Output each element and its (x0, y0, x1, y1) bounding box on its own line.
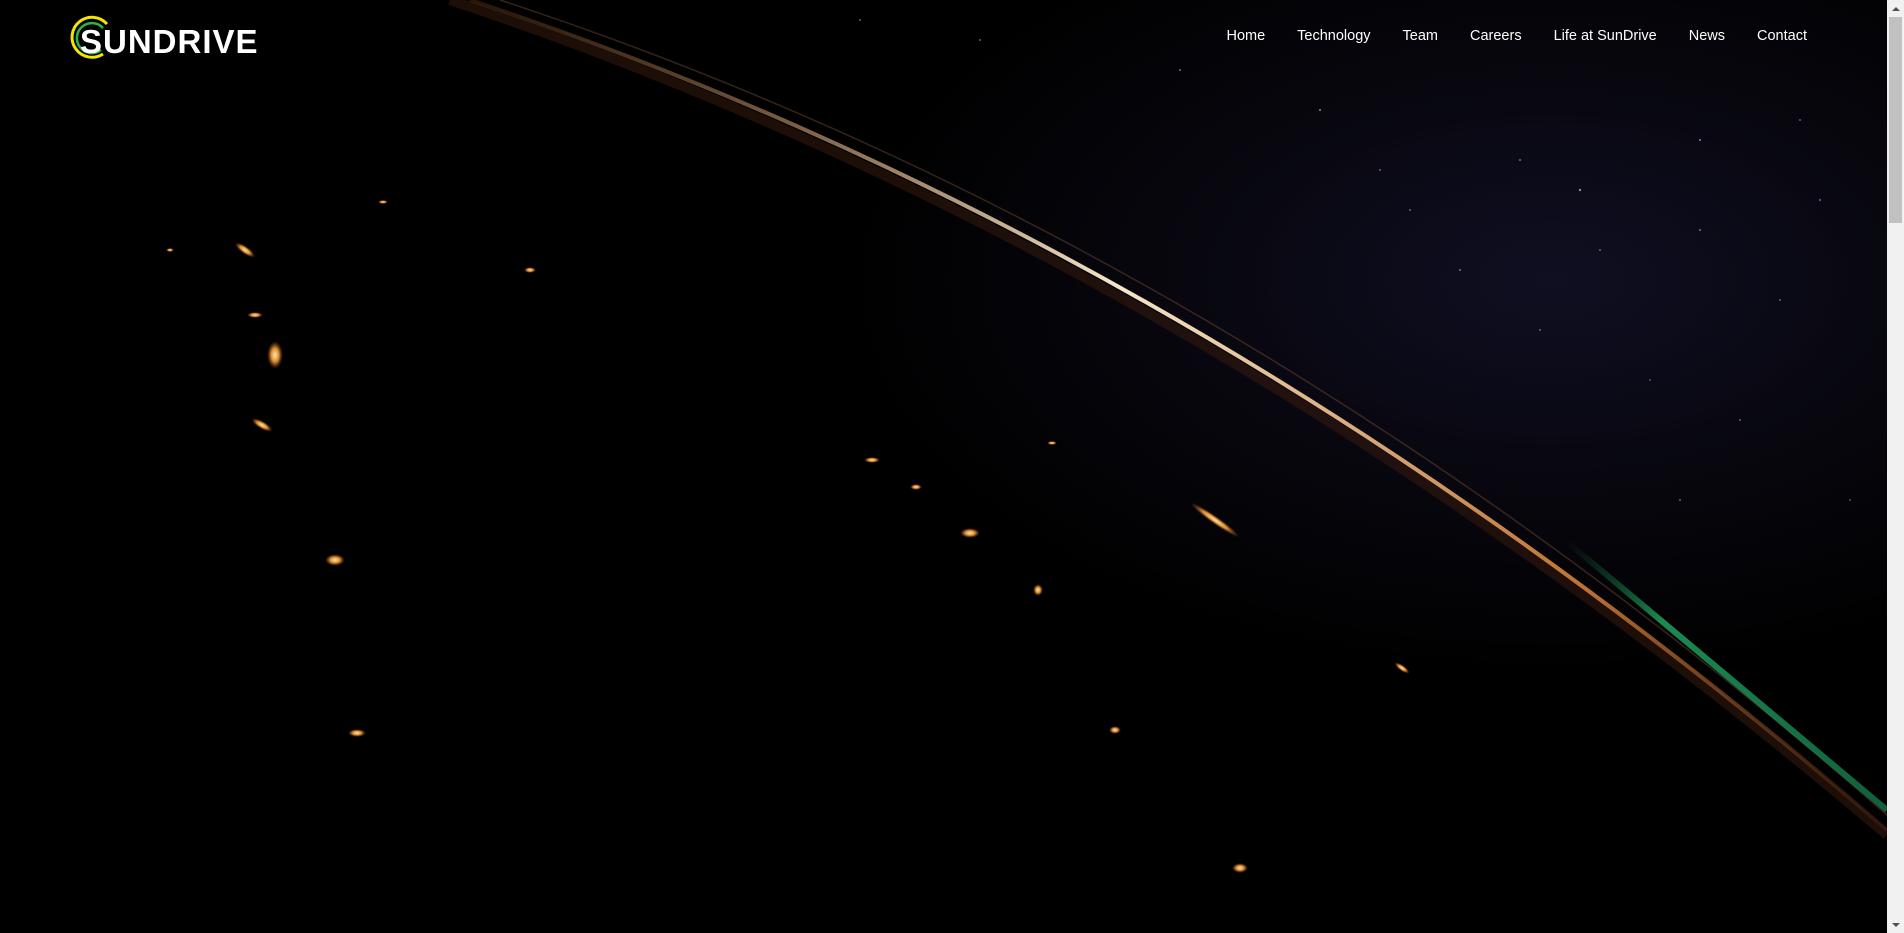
nav-life-at-sundrive[interactable]: Life at SunDrive (1554, 26, 1657, 46)
main-navigation: Home Technology Team Careers Life at Sun… (1226, 26, 1807, 46)
sundrive-logo[interactable]: SUNDRIVE (63, 12, 259, 62)
nav-home[interactable]: Home (1226, 26, 1265, 46)
logo-wordmark: SUNDRIVE (80, 22, 259, 60)
scroll-up-button[interactable] (1887, 0, 1904, 17)
nav-careers[interactable]: Careers (1470, 26, 1522, 46)
scroll-down-button[interactable] (1887, 916, 1904, 933)
page-viewport: SUNDRIVE Home Technology Team Careers Li… (0, 0, 1887, 933)
scrollbar-thumb[interactable] (1889, 17, 1902, 223)
scroll-up-arrow-icon (1891, 6, 1900, 11)
vertical-scrollbar[interactable] (1887, 0, 1904, 933)
hero-background-image (166, 0, 1887, 873)
nav-technology[interactable]: Technology (1297, 26, 1370, 46)
nav-contact[interactable]: Contact (1757, 26, 1807, 46)
site-header: SUNDRIVE Home Technology Team Careers Li… (0, 0, 1887, 80)
scroll-down-arrow-icon (1891, 922, 1900, 927)
nav-team[interactable]: Team (1403, 26, 1438, 46)
nav-news[interactable]: News (1689, 26, 1725, 46)
